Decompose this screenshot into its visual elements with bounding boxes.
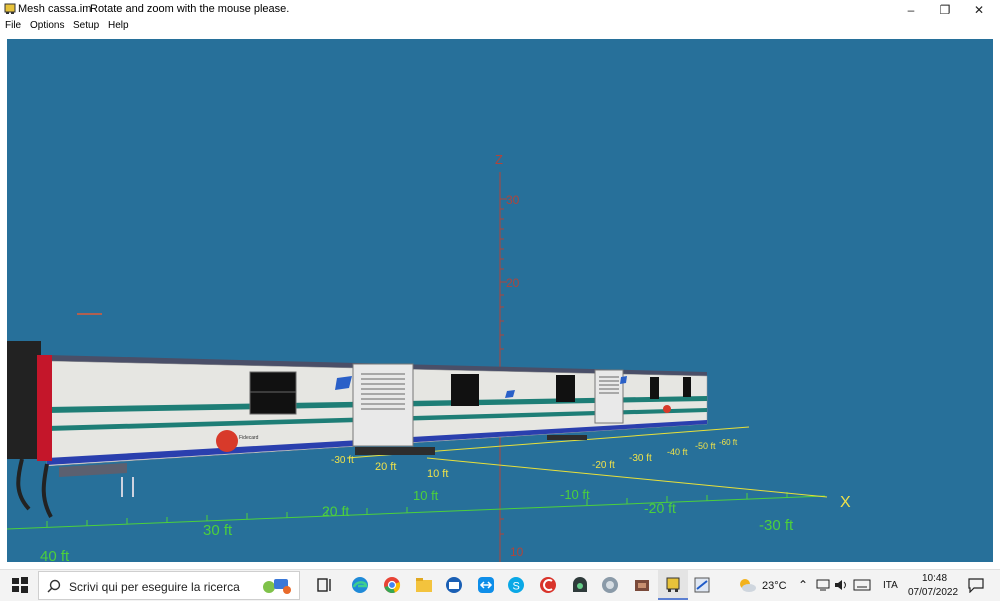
app-icon[interactable] (570, 575, 590, 595)
keyboard-icon[interactable] (853, 579, 871, 591)
taskbar-item-active[interactable] (658, 570, 688, 600)
volume-icon[interactable] (834, 579, 848, 591)
mesh-app-icon[interactable] (692, 575, 712, 595)
thunderbird-icon[interactable] (444, 575, 464, 595)
restore-icon: ❐ (939, 2, 951, 17)
wagon-door (352, 363, 414, 447)
network-icon[interactable] (816, 579, 830, 591)
menu-file[interactable]: File (5, 20, 21, 31)
app-icon (4, 3, 16, 14)
window-hint: Rotate and zoom with the mouse please. (90, 3, 290, 15)
menu-setup[interactable]: Setup (73, 20, 99, 31)
z-tick-label: 30 (506, 193, 520, 207)
close-button[interactable]: ✕ (962, 0, 996, 19)
x-tick-label: 10 ft (413, 488, 439, 503)
language-indicator[interactable]: ITA (883, 580, 898, 591)
weather-icon[interactable] (737, 577, 757, 593)
edge-icon[interactable] (350, 575, 370, 595)
menu-help[interactable]: Help (108, 20, 129, 31)
3d-viewport[interactable]: Z 30 20 10 X 40 ft 30 ft 20 ft 10 ft -10… (7, 39, 993, 562)
y-axis-guide (426, 457, 828, 498)
wagon-window (249, 371, 297, 415)
search-icon (47, 579, 61, 593)
menu-bar: File Options Setup Help (0, 19, 1000, 34)
clock-date[interactable]: 07/07/2022 (908, 587, 958, 598)
title-bar: Mesh cassa.im Rotate and zoom with the m… (0, 0, 1000, 19)
teamviewer-icon[interactable] (476, 575, 496, 595)
y-tick-label: -60 ft (719, 438, 738, 447)
ccleaner-icon[interactable] (538, 575, 558, 595)
search-placeholder: Scrivi qui per eseguire la ricerca (69, 580, 240, 594)
search-highlight-icon (263, 579, 291, 594)
wagon-window (650, 377, 659, 399)
x-tick-label: 20 ft (322, 503, 349, 519)
wagon-end-red (37, 355, 52, 461)
z-axis-ticks (500, 198, 507, 535)
train-app-icon (666, 577, 680, 592)
y-tick-label: -50 ft (695, 441, 716, 451)
z-tick-label: 20 (506, 276, 520, 290)
y-tick-label: -20 ft (592, 460, 615, 471)
wagon-window (683, 377, 691, 397)
wagon-window (556, 375, 575, 402)
x-tick-label: 30 ft (203, 522, 233, 539)
wagon-emblem (216, 430, 238, 452)
menu-options[interactable]: Options (30, 20, 64, 31)
y-tick-label: -30 ft (629, 453, 652, 464)
minimize-button[interactable]: – (894, 0, 928, 19)
x-tick-label: 40 ft (40, 548, 70, 562)
task-view-icon[interactable] (315, 575, 335, 595)
restore-button[interactable]: ❐ (928, 0, 962, 19)
wagon-window (451, 374, 479, 406)
wagon-door (594, 369, 624, 424)
minimize-icon: – (907, 2, 915, 17)
search-input[interactable]: Scrivi qui per eseguire la ricerca (38, 571, 300, 600)
wagon-text: Fidecard (239, 435, 259, 441)
svg-text:S: S (513, 581, 520, 593)
y-tick-label: 20 ft (375, 461, 396, 473)
z-tick-label: 10 (510, 545, 524, 559)
wagon-model: Fidecard (7, 341, 708, 518)
browser-icon[interactable] (600, 575, 620, 595)
z-axis-label: Z (495, 152, 503, 167)
taskbar: Scrivi qui per eseguire la ricerca S 23°… (0, 569, 1000, 601)
x-tick-label: -20 ft (644, 500, 676, 516)
chrome-icon[interactable] (382, 575, 402, 595)
y-tick-label: -30 ft (331, 455, 354, 466)
scene-canvas: Z 30 20 10 X 40 ft 30 ft 20 ft 10 ft -10… (7, 152, 851, 562)
chevron-up-icon[interactable]: ⌃ (798, 578, 808, 592)
wagon-end (7, 341, 41, 459)
clock-time[interactable]: 10:48 (922, 573, 947, 584)
windows-start-icon[interactable] (10, 575, 30, 595)
x-axis-label: X (840, 494, 851, 511)
window-title: Mesh cassa.im (18, 3, 92, 15)
y-tick-label: 10 ft (427, 468, 448, 480)
y-tick-label: -40 ft (667, 447, 688, 457)
weather-temp[interactable]: 23°C (762, 580, 787, 592)
x-tick-label: -30 ft (759, 517, 794, 534)
app-icon[interactable] (632, 575, 652, 595)
close-icon: ✕ (973, 2, 985, 17)
x-tick-label: -10 ft (560, 487, 590, 502)
skype-icon[interactable]: S (506, 575, 526, 595)
file-explorer-icon[interactable] (414, 575, 434, 595)
notifications-icon[interactable] (968, 578, 984, 593)
